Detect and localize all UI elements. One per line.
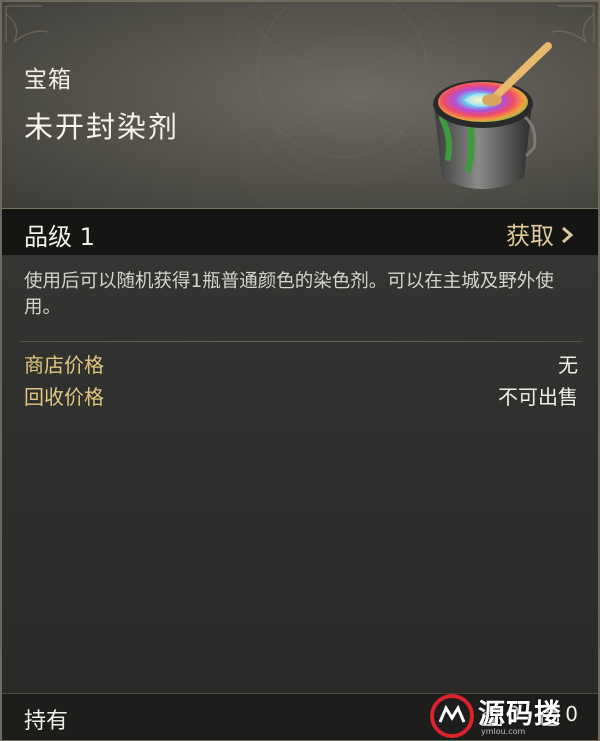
item-name: 未开封染剂 xyxy=(24,110,180,144)
recycle-price-label: 回收价格 xyxy=(24,385,104,409)
shop-price-value: 无 xyxy=(558,353,578,377)
item-header: 宝箱 未开封染剂 xyxy=(2,2,598,208)
recycle-price-value: 不可出售 xyxy=(498,385,578,409)
acquire-button[interactable]: 获取 xyxy=(506,216,574,251)
recycle-price-row: 回收价格 不可出售 xyxy=(24,381,578,411)
chevron-right-icon xyxy=(560,223,574,251)
shop-price-row: 商店价格 无 xyxy=(24,349,578,379)
item-details: 使用后可以随机获得1瓶普通颜色的染色剂。可以在主城及野外使用。 商店价格 无 回… xyxy=(2,255,598,693)
divider xyxy=(20,341,582,342)
item-tooltip-panel: 宝箱 未开封染剂 品级 1 获取 使用后可以随机获得1瓶普通颜色的染色剂。可以在… xyxy=(0,0,600,741)
item-description: 使用后可以随机获得1瓶普通颜色的染色剂。可以在主城及野外使用。 xyxy=(24,271,554,318)
watermark-text: 源码搂 xyxy=(478,699,562,730)
watermark-subtext: ymlou.com xyxy=(481,727,526,736)
paint-bucket-icon xyxy=(433,42,552,189)
owned-label: 持有 xyxy=(24,709,69,734)
acquire-label: 获取 xyxy=(506,222,554,250)
shop-price-label: 商店价格 xyxy=(24,353,104,377)
item-category: 宝箱 xyxy=(24,67,72,93)
grade-label: 品级 1 xyxy=(24,223,95,251)
grade-row: 品级 1 获取 xyxy=(2,208,598,256)
